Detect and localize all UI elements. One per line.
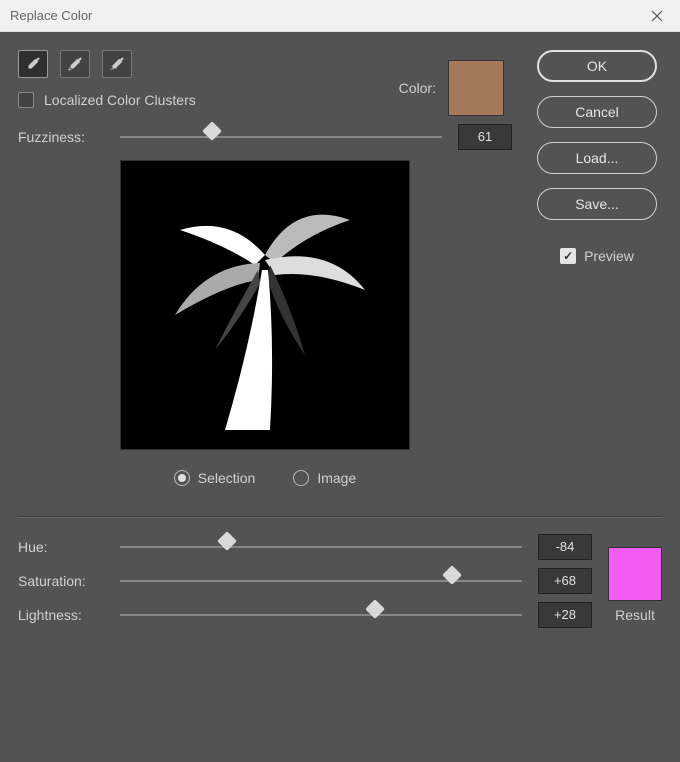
lightness-slider[interactable] [120,614,522,616]
eyedropper-plus-icon: + [66,55,84,73]
fuzziness-value[interactable]: 61 [458,124,512,150]
sample-color [449,61,503,115]
load-button[interactable]: Load... [537,142,657,174]
fuzziness-thumb[interactable] [202,121,222,141]
localized-checkbox[interactable] [18,92,34,108]
eyedropper-minus-button[interactable]: − [102,50,132,78]
localized-label: Localized Color Clusters [44,92,196,108]
window-title: Replace Color [10,8,92,23]
eyedropper-button[interactable] [18,50,48,78]
radio-selection-label: Selection [198,470,256,486]
save-button[interactable]: Save... [537,188,657,220]
preview-checkbox[interactable]: ✓ [560,248,576,264]
radio-selection-indicator [174,470,190,486]
ok-button[interactable]: OK [537,50,657,82]
color-swatch[interactable] [448,60,504,116]
cancel-button[interactable]: Cancel [537,96,657,128]
hue-label: Hue: [18,539,104,555]
title-bar: Replace Color [0,0,680,32]
radio-selection[interactable]: Selection [174,470,256,486]
saturation-thumb[interactable] [442,565,462,585]
palm-tree-icon [140,175,390,435]
fuzziness-label: Fuzziness: [18,129,104,145]
svg-text:−: − [110,65,115,74]
svg-text:+: + [68,65,73,74]
color-label: Color: [399,80,436,96]
preview-label: Preview [584,248,634,264]
result-label: Result [615,607,655,623]
divider [18,516,662,518]
fuzziness-slider[interactable] [120,136,442,138]
radio-image[interactable]: Image [293,470,356,486]
hue-thumb[interactable] [217,531,237,551]
hue-value[interactable]: -84 [538,534,592,560]
saturation-value[interactable]: +68 [538,568,592,594]
selection-preview [120,160,410,450]
saturation-slider[interactable] [120,580,522,582]
lightness-label: Lightness: [18,607,104,623]
eyedropper-minus-icon: − [108,55,126,73]
radio-image-indicator [293,470,309,486]
close-button[interactable] [634,0,680,32]
saturation-label: Saturation: [18,573,104,589]
lightness-value[interactable]: +28 [538,602,592,628]
close-icon [651,10,663,22]
lightness-thumb[interactable] [365,599,385,619]
result-swatch[interactable] [608,547,662,601]
eyedropper-plus-button[interactable]: + [60,50,90,78]
eyedropper-icon [24,55,42,73]
radio-image-label: Image [317,470,356,486]
hue-slider[interactable] [120,546,522,548]
